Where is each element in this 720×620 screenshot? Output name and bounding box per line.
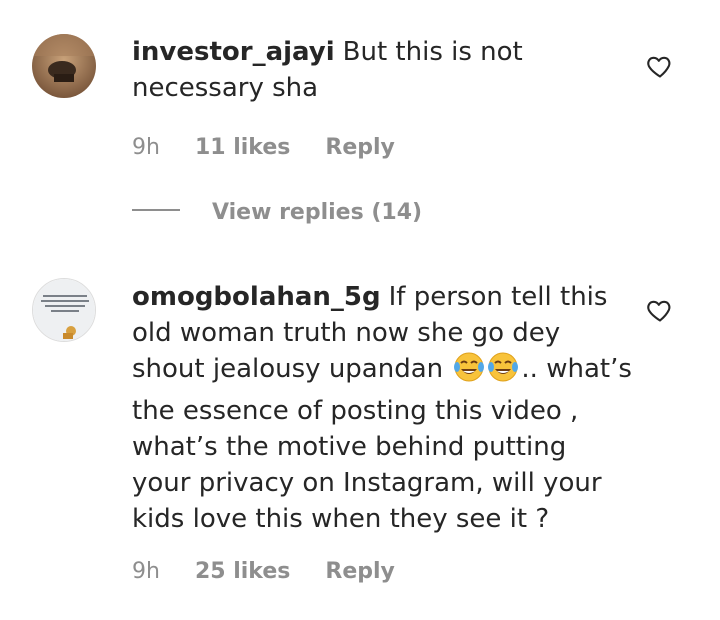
heart-outline-icon[interactable] [646,52,674,80]
laughing-emoji-icon [453,351,519,393]
comment-username[interactable]: omogbolahan_5g [132,282,381,312]
comment-text: omogbolahan_5g If person tell this old wo… [132,279,632,537]
avatar-photo [32,34,96,98]
comment-meta: 9h 11 likes Reply [132,135,423,160]
reply-button[interactable]: Reply [325,559,395,584]
comment-meta: 9h 25 likes Reply [132,559,423,584]
comment-likes[interactable]: 25 likes [195,559,290,584]
comment-text: investor_ajayi But this is not necessary … [132,34,622,106]
avatar[interactable] [32,278,96,342]
heart-outline-icon[interactable] [646,296,674,324]
comment-time: 9h [132,559,160,584]
comment-time: 9h [132,135,160,160]
view-replies-label: View replies (14) [212,200,423,225]
avatar[interactable] [32,34,96,98]
tears-of-joy-emoji-icon [454,352,519,382]
reply-button[interactable]: Reply [325,135,395,160]
replies-divider-line [132,209,180,211]
view-replies-button[interactable]: View replies (14) [132,200,422,225]
avatar-quote-image [33,279,95,341]
comment-username[interactable]: investor_ajayi [132,37,335,67]
comment-likes[interactable]: 11 likes [195,135,290,160]
